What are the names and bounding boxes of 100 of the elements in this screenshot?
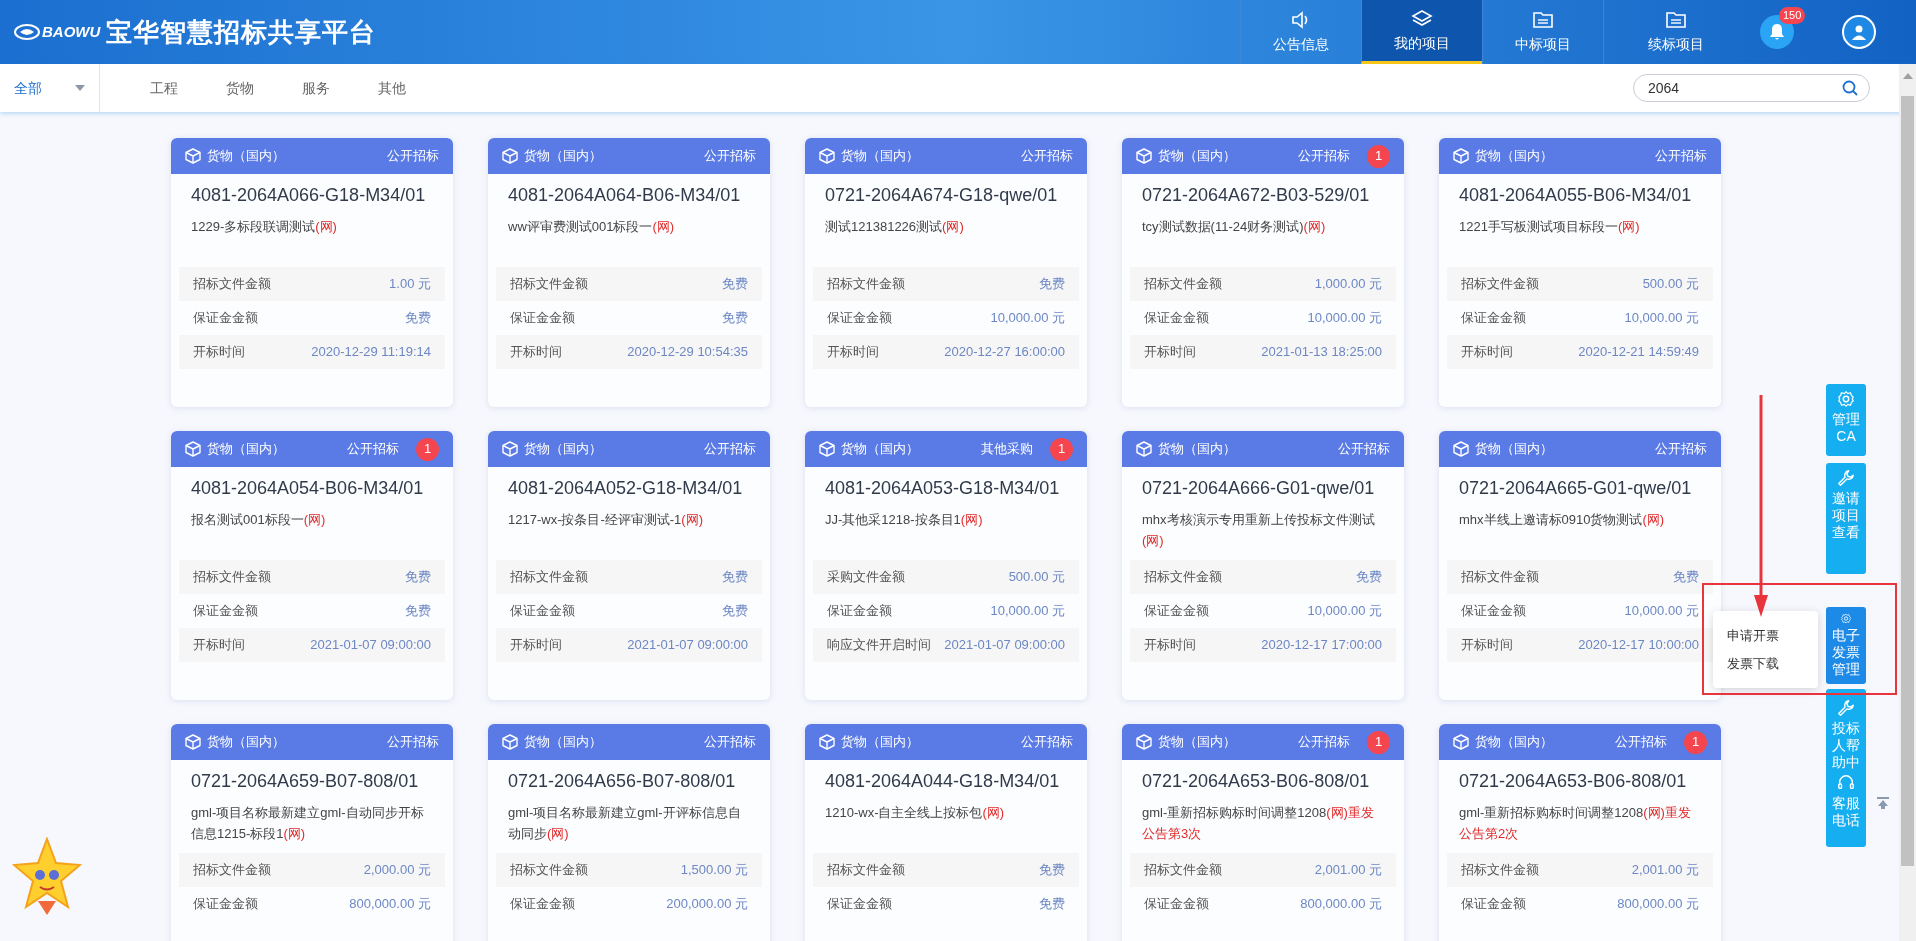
box-icon bbox=[1453, 734, 1469, 750]
project-card[interactable]: 货物（国内） 公开招标 0721-2064A665-G01-qwe/01 mhx半线上邀请标0910货物测试(网) 招标文件金额 免费 保证金金额 10,000.00 元 开标时间 2020-12-17 10:00:00 bbox=[1439, 431, 1721, 700]
procurement-method: 公开招标 bbox=[347, 440, 399, 459]
project-card[interactable]: 货物（国内） 公开招标 4081-2064A052-G18-M34/01 1217-wx-按条目-经评审测试-1(网) 招标文件金额 免费 保证金金额 免费 开标时间 2021-01-07 09:00:00 bbox=[488, 431, 770, 700]
card-category: 货物（国内） bbox=[841, 147, 919, 166]
category-dropdown[interactable]: 全部 bbox=[0, 64, 100, 112]
avatar[interactable] bbox=[1842, 15, 1876, 49]
project-code: 0721-2064A653-B06-808/01 bbox=[1459, 770, 1688, 792]
wrench-icon bbox=[1837, 469, 1855, 487]
side-button[interactable]: 电子发票管理 bbox=[1826, 607, 1866, 684]
bell-icon bbox=[1769, 23, 1785, 41]
menu-item[interactable]: 发票下载 bbox=[1727, 653, 1804, 673]
project-code: 4081-2064A066-G18-M34/01 bbox=[191, 184, 427, 206]
field-label: 保证金金额 bbox=[1461, 895, 1526, 914]
project-card[interactable]: 货物（国内） 其他采购 1 4081-2064A053-G18-M34/01 JJ-其他采1218-按条目1(网) 采购文件金额 500.00 元 保证金金额 10,000.00 元 响应文件开启时间 2021-01-07 09:00:00 bbox=[805, 431, 1087, 700]
field-label: 保证金金额 bbox=[193, 309, 258, 328]
field-label: 保证金金额 bbox=[1461, 602, 1526, 621]
field-value: 2021-01-13 18:25:00 bbox=[1261, 343, 1382, 362]
procurement-method: 公开招标 bbox=[1338, 440, 1390, 459]
card-category: 货物（国内） bbox=[1475, 733, 1553, 752]
field-label: 招标文件金额 bbox=[1144, 861, 1222, 880]
project-code: 4081-2064A053-G18-M34/01 bbox=[825, 477, 1061, 499]
field-label: 保证金金额 bbox=[827, 895, 892, 914]
project-code: 0721-2064A653-B06-808/01 bbox=[1142, 770, 1371, 792]
box-icon bbox=[185, 441, 201, 457]
project-card[interactable]: 货物（国内） 公开招标 0721-2064A659-B07-808/01 gml-项目名称最新建立gml-自动同步开标信息1215-标段1(网) 招标文件金额 2,000.00 元 保证金金额 800,000.00 元 bbox=[171, 724, 453, 941]
field-value: 10,000.00 元 bbox=[1624, 602, 1699, 621]
nav-tab-label: 我的项目 bbox=[1394, 33, 1450, 53]
field-label: 保证金金额 bbox=[1144, 895, 1209, 914]
filter-tab[interactable]: 工程 bbox=[150, 77, 178, 99]
project-code: 0721-2064A672-B03-529/01 bbox=[1142, 184, 1371, 206]
procurement-method: 公开招标 bbox=[704, 147, 756, 166]
card-category: 货物（国内） bbox=[524, 440, 602, 459]
project-card[interactable]: 货物（国内） 公开招标 0721-2064A656-B07-808/01 gml-项目名称最新建立gml-开评标信息自动同步(网) 招标文件金额 1,500.00 元 保证金金额 200,000.00 元 bbox=[488, 724, 770, 941]
field-label: 开标时间 bbox=[510, 343, 562, 362]
field-label: 保证金金额 bbox=[510, 602, 575, 621]
field-value: 800,000.00 元 bbox=[1300, 895, 1382, 914]
project-card[interactable]: 货物（国内） 公开招标 4081-2064A064-B06-M34/01 ww评审费测试001标段一(网) 招标文件金额 免费 保证金金额 免费 开标时间 2020-12-29 10:54:35 bbox=[488, 138, 770, 407]
project-card[interactable]: 货物（国内） 公开招标 0721-2064A674-G18-qwe/01 测试121381226测试(网) 招标文件金额 免费 保证金金额 10,000.00 元 开标时间 2020-12-27 16:00:00 bbox=[805, 138, 1087, 407]
filter-tab[interactable]: 服务 bbox=[302, 77, 330, 99]
project-code: 0721-2064A674-G18-qwe/01 bbox=[825, 184, 1059, 206]
filter-tab[interactable]: 货物 bbox=[226, 77, 254, 99]
menu-item[interactable]: 申请开票 bbox=[1727, 626, 1804, 646]
project-name: 1210-wx-自主全线上按标包(网) bbox=[825, 804, 1006, 822]
field-value: 免费 bbox=[722, 275, 748, 294]
procurement-method: 公开招标 bbox=[1298, 733, 1350, 752]
field-label: 招标文件金额 bbox=[510, 568, 588, 587]
headset-icon bbox=[1837, 774, 1855, 792]
project-name: JJ-其他采1218-按条目1(网) bbox=[825, 511, 984, 529]
field-value: 免费 bbox=[1673, 568, 1699, 587]
field-value: 1.00 元 bbox=[389, 275, 431, 294]
field-label: 保证金金额 bbox=[1461, 309, 1526, 328]
box-icon bbox=[819, 441, 835, 457]
card-category: 货物（国内） bbox=[1158, 440, 1236, 459]
procurement-method: 其他采购 bbox=[981, 440, 1033, 459]
project-card[interactable]: 货物（国内） 公开招标 4081-2064A044-G18-M34/01 1210-wx-自主全线上按标包(网) 招标文件金额 免费 保证金金额 免费 bbox=[805, 724, 1087, 941]
project-card[interactable]: 货物（国内） 公开招标 0721-2064A666-G01-qwe/01 mhx考核演示专用重新上传投标文件测试 (网) 招标文件金额 免费 保证金金额 10,000.00 元 开标时间 2020-12-17 17:00:00 bbox=[1122, 431, 1404, 700]
gear-icon bbox=[1837, 390, 1855, 408]
field-label: 保证金金额 bbox=[827, 309, 892, 328]
project-card[interactable]: 货物（国内） 公开招标 1 0721-2064A672-B03-529/01 tcy测试数据(11-24财务测试)(网) 招标文件金额 1,000.00 元 保证金金额 10,000.00 元 开标时间 2021-01-13 18:25:00 bbox=[1122, 138, 1404, 407]
procurement-method: 公开招标 bbox=[1298, 147, 1350, 166]
project-card[interactable]: 货物（国内） 公开招标 1 0721-2064A653-B06-808/01 gml-重新招标购标时间调整1208(网)重发公告第3次 招标文件金额 2,001.00 元 保证金金额 800,000.00 元 bbox=[1122, 724, 1404, 941]
project-card[interactable]: 货物（国内） 公开招标 1 4081-2064A054-B06-M34/01 报名测试001标段一(网) 招标文件金额 免费 保证金金额 免费 开标时间 2021-01-07 09:00:00 bbox=[171, 431, 453, 700]
project-code: 0721-2064A656-B07-808/01 bbox=[508, 770, 737, 792]
field-value: 免费 bbox=[722, 602, 748, 621]
card-category: 货物（国内） bbox=[207, 733, 285, 752]
scrollbar-thumb[interactable] bbox=[1901, 96, 1914, 866]
procurement-method: 公开招标 bbox=[1655, 147, 1707, 166]
field-value: 2020-12-17 17:00:00 bbox=[1261, 636, 1382, 655]
field-value: 500.00 元 bbox=[1008, 568, 1065, 587]
procurement-method: 公开招标 bbox=[1615, 733, 1667, 752]
field-label: 保证金金额 bbox=[1144, 309, 1209, 328]
project-name: tcy测试数据(11-24财务测试)(网) bbox=[1142, 218, 1327, 236]
project-code: 0721-2064A665-G01-qwe/01 bbox=[1459, 477, 1693, 499]
filter-tab[interactable]: 其他 bbox=[378, 77, 406, 99]
field-label: 招标文件金额 bbox=[827, 861, 905, 880]
card-category: 货物（国内） bbox=[1158, 147, 1236, 166]
field-value: 2,001.00 元 bbox=[1314, 861, 1382, 880]
field-label: 招标文件金额 bbox=[1461, 275, 1539, 294]
project-code: 0721-2064A666-G01-qwe/01 bbox=[1142, 477, 1376, 499]
field-value: 免费 bbox=[722, 309, 748, 328]
project-card[interactable]: 货物（国内） 公开招标 1 0721-2064A653-B06-808/01 gml-重新招标购标时间调整1208(网)重发公告第2次 招标文件金额 2,001.00 元 保证金金额 800,000.00 元 bbox=[1439, 724, 1721, 941]
field-value: 2020-12-29 10:54:35 bbox=[627, 343, 748, 362]
project-card[interactable]: 货物（国内） 公开招标 4081-2064A055-B06-M34/01 1221手写板测试项目标段一(网) 招标文件金额 500.00 元 保证金金额 10,000.00 元 开标时间 2020-12-21 14:59:49 bbox=[1439, 138, 1721, 407]
project-code: 4081-2064A054-B06-M34/01 bbox=[191, 477, 425, 499]
box-icon bbox=[502, 734, 518, 750]
nav-tab[interactable]: 我的项目 bbox=[1361, 0, 1482, 64]
box-icon bbox=[1136, 148, 1152, 164]
box-icon bbox=[502, 441, 518, 457]
scroll-up-icon[interactable] bbox=[1902, 72, 1913, 80]
search-field[interactable]: 2064 bbox=[1633, 74, 1870, 102]
project-card[interactable]: 货物（国内） 公开招标 4081-2064A066-G18-M34/01 1229-多标段联调测试(网) 招标文件金额 1.00 元 保证金金额 免费 开标时间 2020-12-29 11:19:14 bbox=[171, 138, 453, 407]
field-value: 2021-01-07 09:00:00 bbox=[627, 636, 748, 655]
project-code: 0721-2064A659-B07-808/01 bbox=[191, 770, 420, 792]
field-label: 招标文件金额 bbox=[193, 861, 271, 880]
field-label: 保证金金额 bbox=[193, 602, 258, 621]
procurement-method: 公开招标 bbox=[1655, 440, 1707, 459]
scroll-to-top-icon[interactable] bbox=[1876, 796, 1890, 810]
field-label: 开标时间 bbox=[510, 636, 562, 655]
field-value: 10,000.00 元 bbox=[1624, 309, 1699, 328]
